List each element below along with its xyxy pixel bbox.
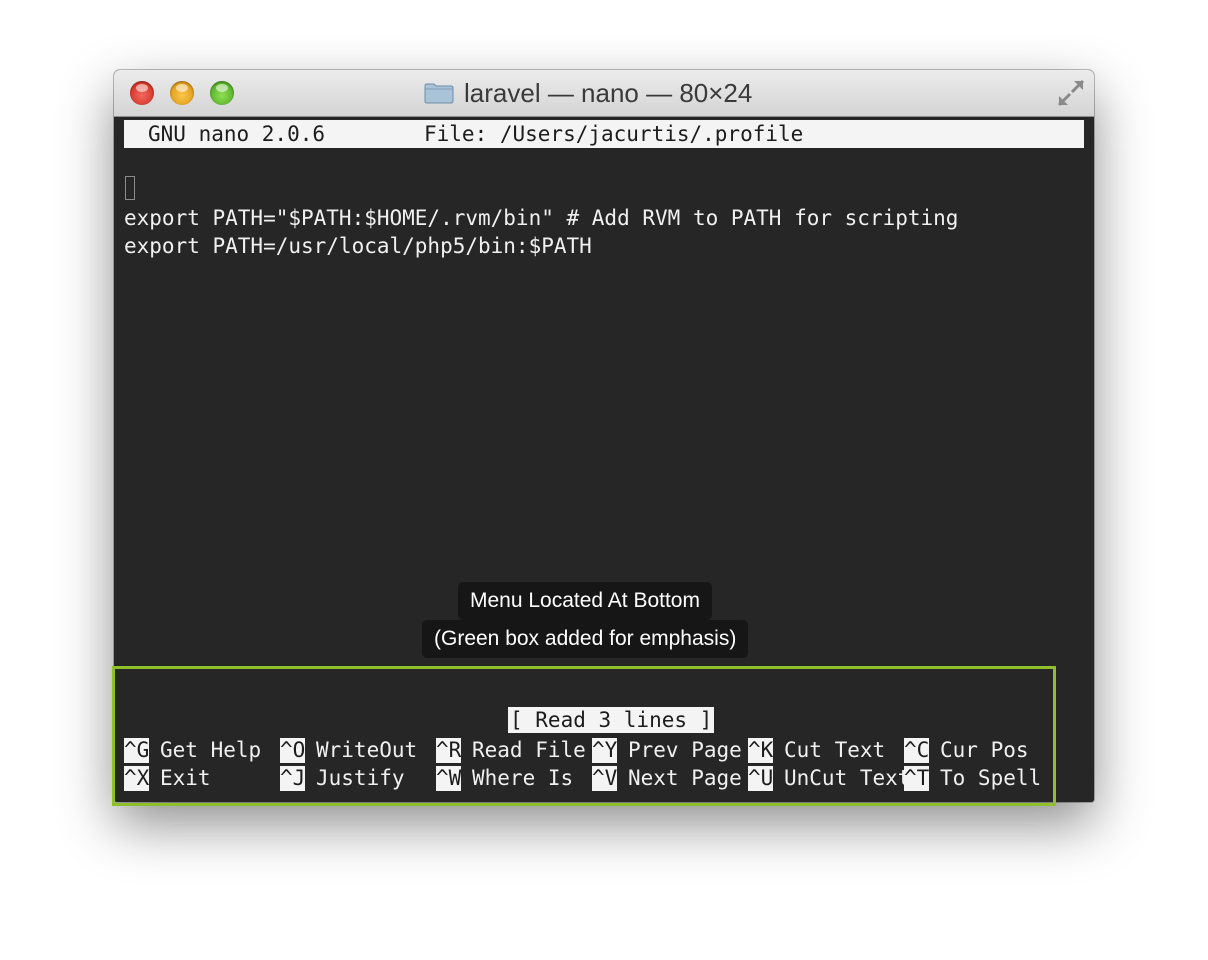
nano-status-message: [ Read 3 lines ] bbox=[508, 707, 715, 733]
shortcut-label: Cut Text bbox=[784, 738, 886, 762]
shortcut-key: ^Y bbox=[592, 738, 618, 763]
nano-header-bar: GNU nano 2.0.6 File: /Users/jacurtis/.pr… bbox=[124, 120, 1084, 148]
shortcut-cut-text[interactable]: ^K Cut Text bbox=[748, 736, 885, 764]
shortcut-justify[interactable]: ^J Justify bbox=[280, 764, 405, 792]
shortcut-key: ^X bbox=[124, 766, 150, 791]
shortcut-key: ^R bbox=[436, 738, 462, 763]
shortcut-label: To Spell bbox=[940, 766, 1042, 790]
text-cursor bbox=[125, 176, 135, 200]
close-button[interactable] bbox=[130, 81, 154, 105]
window-title-group: laravel — nano — 80×24 bbox=[424, 77, 752, 109]
shortcut-label: Next Page bbox=[628, 766, 742, 790]
shortcut-label: UnCut Text bbox=[784, 766, 911, 790]
shortcut-exit[interactable]: ^X Exit bbox=[124, 764, 211, 792]
annotation-emphasis-note: (Green box added for emphasis) bbox=[422, 620, 749, 658]
shortcut-key: ^O bbox=[280, 738, 306, 763]
zoom-button[interactable] bbox=[210, 81, 234, 105]
shortcut-writeout[interactable]: ^O WriteOut bbox=[280, 736, 417, 764]
terminal-window: laravel — nano — 80×24 GNU nano 2.0.6 Fi… bbox=[114, 70, 1094, 802]
file-line-3[interactable]: export PATH=/usr/local/php5/bin:$PATH bbox=[124, 232, 592, 260]
shortcut-uncut-text[interactable]: ^U UnCut Text bbox=[748, 764, 910, 792]
shortcut-label: Justify bbox=[316, 766, 405, 790]
nano-version: GNU nano 2.0.6 bbox=[148, 122, 326, 146]
shortcut-label: Get Help bbox=[160, 738, 262, 762]
shortcut-to-spell[interactable]: ^T To Spell bbox=[904, 764, 1041, 792]
shortcut-label: Read File bbox=[472, 738, 586, 762]
shortcut-key: ^U bbox=[748, 766, 774, 791]
terminal-screen[interactable]: GNU nano 2.0.6 File: /Users/jacurtis/.pr… bbox=[114, 117, 1094, 802]
shortcut-key: ^V bbox=[592, 766, 618, 791]
shortcut-key: ^K bbox=[748, 738, 774, 763]
minimize-button[interactable] bbox=[170, 81, 194, 105]
shortcut-label: Where Is bbox=[472, 766, 574, 790]
shortcut-cur-pos[interactable]: ^C Cur Pos bbox=[904, 736, 1029, 764]
shortcut-prev-page[interactable]: ^Y Prev Page bbox=[592, 736, 742, 764]
shortcut-next-page[interactable]: ^V Next Page bbox=[592, 764, 742, 792]
shortcut-read-file[interactable]: ^R Read File bbox=[436, 736, 586, 764]
folder-icon bbox=[424, 82, 454, 104]
shortcut-key: ^W bbox=[436, 766, 462, 791]
shortcut-key: ^G bbox=[124, 738, 150, 763]
shortcut-label: Prev Page bbox=[628, 738, 742, 762]
fullscreen-icon[interactable] bbox=[1056, 78, 1086, 108]
shortcut-key: ^T bbox=[904, 766, 930, 791]
shortcut-get-help[interactable]: ^G Get Help bbox=[124, 736, 261, 764]
nano-file-path: File: /Users/jacurtis/.profile bbox=[424, 122, 804, 146]
file-line-2[interactable]: export PATH="$PATH:$HOME/.rvm/bin" # Add… bbox=[124, 204, 958, 232]
annotation-menu-location: Menu Located At Bottom bbox=[458, 582, 712, 620]
shortcut-key: ^J bbox=[280, 766, 306, 791]
shortcut-where-is[interactable]: ^W Where Is bbox=[436, 764, 573, 792]
shortcut-label: WriteOut bbox=[316, 738, 418, 762]
shortcut-label: Exit bbox=[160, 766, 211, 790]
window-title: laravel — nano — 80×24 bbox=[464, 77, 753, 108]
title-bar[interactable]: laravel — nano — 80×24 bbox=[114, 70, 1094, 117]
shortcut-label: Cur Pos bbox=[940, 738, 1029, 762]
shortcut-key: ^C bbox=[904, 738, 930, 763]
